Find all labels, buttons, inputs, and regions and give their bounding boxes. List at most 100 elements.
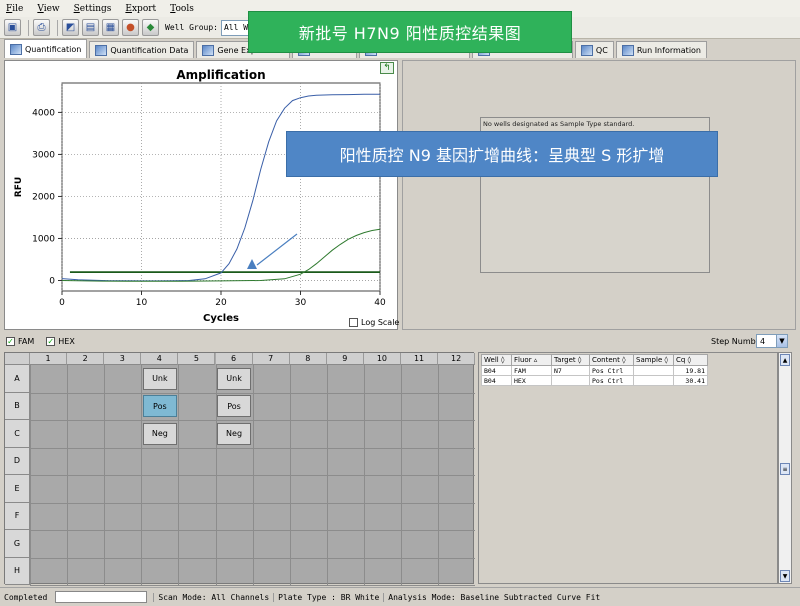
tab-label: QC (595, 45, 608, 55)
menu-view[interactable]: View (37, 4, 59, 14)
plate-row-header[interactable]: B (5, 392, 30, 420)
scroll-up-icon[interactable]: ▲ (780, 354, 790, 366)
qc-tab-icon (580, 44, 593, 56)
plate-row-header[interactable]: H (5, 557, 30, 585)
plate-well[interactable]: Pos (217, 395, 252, 418)
scroll-down-icon[interactable]: ▼ (780, 570, 790, 582)
plate-column-header[interactable]: 10 (363, 353, 401, 365)
table-row[interactable]: B04 HEX Pos Ctrl 30.41 (481, 375, 708, 386)
status-progress-bar (55, 591, 148, 603)
fam-checkbox-icon[interactable]: ✓ (6, 336, 15, 346)
y-axis-label: RFU (14, 177, 24, 197)
chart-options-icon[interactable]: ↰ (380, 62, 394, 74)
plate-column-header[interactable]: 7 (252, 353, 290, 365)
table-scrollbar[interactable]: ▲ ≡ ▼ (778, 352, 792, 584)
plate-column-header[interactable]: 5 (178, 353, 216, 365)
x-tick-label: 20 (215, 298, 227, 308)
plate-column-header[interactable]: 1 (30, 353, 68, 365)
col-target[interactable]: Target ◊ (551, 354, 590, 366)
plate-row-header[interactable]: E (5, 475, 30, 503)
tab-label: Run Information (636, 45, 702, 55)
table-cell: HEX (511, 375, 552, 386)
no-standard-message: No wells designated as Sample Type stand… (483, 120, 635, 128)
menu-file[interactable]: File (6, 4, 23, 14)
table-cell: B04 (481, 365, 512, 376)
open-plate-icon[interactable]: ▦ (102, 19, 119, 36)
well-group-icon[interactable]: ◆ (142, 19, 159, 36)
log-scale-toggle[interactable]: Log Scale (349, 318, 399, 327)
scroll-grip-icon[interactable]: ≡ (780, 463, 790, 475)
plate-well[interactable]: Neg (217, 422, 252, 445)
log-scale-checkbox[interactable] (349, 318, 358, 327)
plate-column-header[interactable]: 3 (104, 353, 142, 365)
plate-row-header[interactable]: D (5, 447, 30, 475)
plate-row-line (30, 420, 475, 421)
chart-image-icon[interactable]: ◩ (62, 19, 79, 36)
table-cell: FAM (511, 365, 552, 376)
plate-column-header[interactable]: 12 (438, 353, 476, 365)
report-icon[interactable]: ▤ (82, 19, 99, 36)
col-cq[interactable]: Cq ◊ (673, 354, 708, 366)
chevron-down-icon[interactable]: ▼ (776, 334, 788, 348)
col-well[interactable]: Well ◊ (481, 354, 512, 366)
menu-export[interactable]: Export (125, 4, 156, 14)
log-scale-label: Log Scale (361, 318, 400, 327)
tab-label: Quantification Data (110, 45, 189, 55)
print-icon[interactable]: ⎙ (33, 19, 50, 36)
tab-label: Quantification (25, 44, 82, 54)
menu-tools[interactable]: Tools (170, 4, 194, 14)
plate-row-header[interactable]: C (5, 420, 30, 448)
bar-chart-tab-icon (202, 44, 215, 56)
status-analysis-mode: Analysis Mode: Baseline Subtracted Curve… (383, 592, 604, 602)
table-cell (551, 375, 590, 386)
plate-well[interactable]: Neg (142, 422, 177, 445)
plate-column-header[interactable]: 9 (326, 353, 364, 365)
plate-row-header[interactable]: F (5, 502, 30, 530)
tab-quantification[interactable]: Quantification (4, 39, 88, 58)
status-state: Completed (4, 592, 48, 602)
plate-row-header[interactable]: A (5, 365, 30, 393)
x-tick-label: 0 (59, 298, 65, 308)
chart-title: Amplification (176, 68, 265, 82)
x-tick-label: 30 (295, 298, 307, 308)
plate-row-header[interactable]: G (5, 530, 30, 558)
status-scan-mode: Scan Mode: All Channels (153, 592, 273, 602)
y-tick-label: 3000 (32, 150, 55, 160)
fluor-label: HEX (58, 336, 75, 346)
plate-well[interactable]: Pos (142, 395, 177, 418)
plate-column-header[interactable]: 11 (401, 353, 439, 365)
plate-well[interactable]: Unk (217, 367, 252, 390)
well-colors-icon[interactable]: ● (122, 19, 139, 36)
table-cell: 19.81 (673, 365, 708, 376)
plate-row-line (30, 530, 475, 531)
col-content[interactable]: Content ◊ (589, 354, 634, 366)
fluor-fam-toggle[interactable]: ✓ FAM (6, 336, 34, 346)
y-tick-label: 2000 (32, 192, 55, 202)
well-data-area (478, 352, 778, 584)
y-tick-label: 1000 (32, 234, 55, 244)
fluor-hex-toggle[interactable]: ✓ HEX (46, 336, 75, 346)
table-row[interactable]: B04 FAM N7 Pos Ctrl 19.81 (481, 365, 708, 376)
plate-column-header[interactable]: 2 (67, 353, 105, 365)
hex-checkbox-icon[interactable]: ✓ (46, 336, 56, 346)
table-cell (633, 375, 674, 386)
col-fluor[interactable]: Fluor ▵ (511, 354, 552, 366)
tab-run-information[interactable]: Run Information (615, 41, 708, 58)
plate-column-header[interactable]: 6 (215, 353, 253, 365)
menu-settings[interactable]: Settings (74, 4, 112, 14)
x-axis-label: Cycles (203, 313, 239, 324)
tab-quantification-data[interactable]: Quantification Data (89, 41, 195, 58)
well-data-table: Well ◊ Fluor ▵ Target ◊ Content ◊ Sample… (481, 354, 708, 386)
well-group-label: Well Group: (165, 23, 218, 32)
curve-callout: 阳性质控 N9 基因扩增曲线：呈典型 S 形扩增 (286, 131, 718, 177)
data-tab-icon (95, 44, 108, 56)
save-icon[interactable]: ▣ (4, 19, 21, 36)
plate-column-header[interactable]: 4 (141, 353, 179, 365)
tab-qc[interactable]: QC (574, 41, 614, 58)
table-cell (633, 365, 674, 376)
col-sample[interactable]: Sample ◊ (633, 354, 674, 366)
plate-row-line (30, 585, 475, 586)
plate-column-header[interactable]: 8 (289, 353, 327, 365)
plate-well[interactable]: Unk (142, 367, 177, 390)
table-cell: 30.41 (673, 375, 708, 386)
